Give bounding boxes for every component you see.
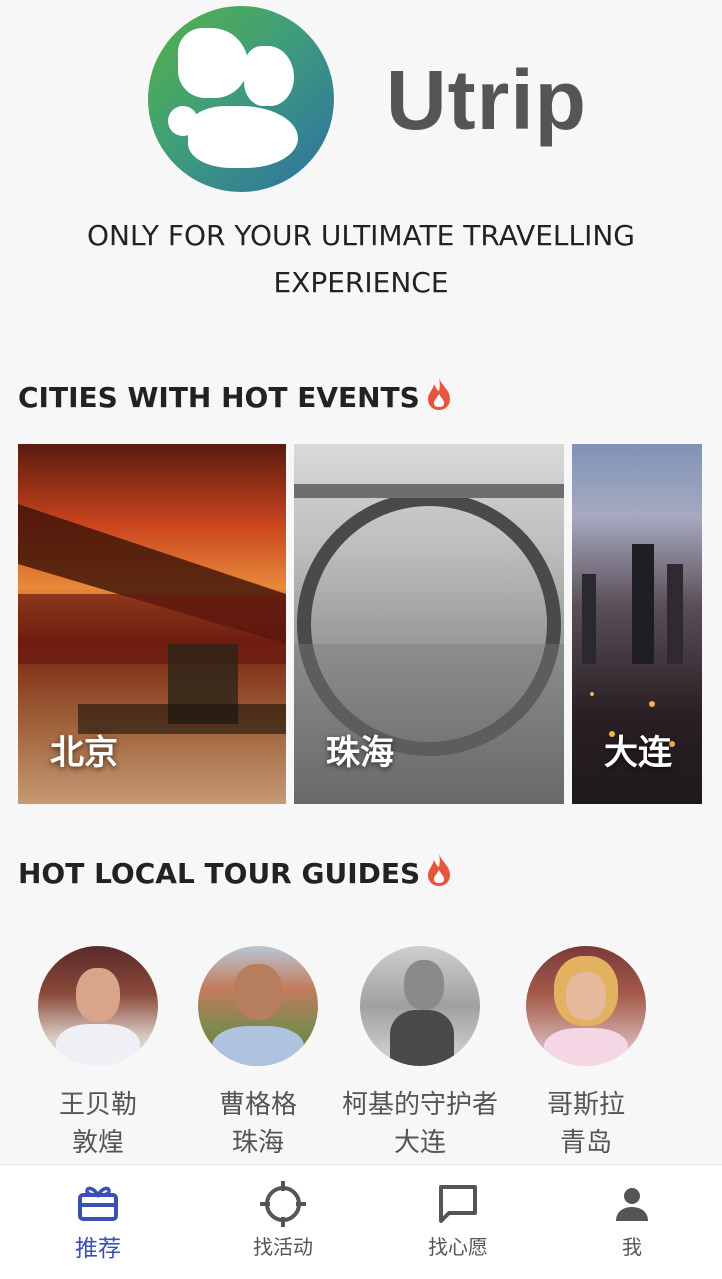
- avatar[interactable]: [198, 946, 318, 1066]
- person-icon: [616, 1188, 648, 1221]
- tab-label: 找活动: [253, 1235, 313, 1259]
- guide-city: 珠海: [231, 1128, 284, 1158]
- tab-find-wishes[interactable]: 找心愿: [368, 1165, 548, 1279]
- gift-icon: [78, 1186, 118, 1221]
- section-title-guides: HOT LOCAL TOUR GUIDES: [18, 852, 454, 895]
- guide-card[interactable]: 曹格格 珠海: [173, 946, 343, 1162]
- avatar[interactable]: [360, 946, 480, 1066]
- guide-city: 青岛: [559, 1128, 612, 1158]
- fire-icon: [424, 852, 454, 895]
- tab-me[interactable]: 我: [542, 1165, 722, 1279]
- app-logo: [148, 6, 334, 192]
- guide-card[interactable]: 柯基的守护者 大连: [335, 946, 505, 1162]
- guide-card[interactable]: 哥斯拉 青岛: [501, 946, 671, 1162]
- guide-card[interactable]: 王贝勒 敦煌: [13, 946, 183, 1162]
- tab-label: 我: [622, 1235, 642, 1259]
- guide-city: 敦煌: [71, 1128, 124, 1158]
- guide-city: 大连: [393, 1128, 446, 1158]
- city-carousel[interactable]: 北京 珠海 大连: [18, 444, 702, 804]
- brand-tagline: ONLY FOR YOUR ULTIMATE TRAVELLING EXPERI…: [87, 219, 635, 299]
- tab-recommend[interactable]: 推荐: [8, 1165, 188, 1279]
- city-card-beijing[interactable]: 北京: [18, 444, 286, 804]
- bottom-tab-bar: 推荐 找活动 找心愿 我: [0, 1164, 722, 1279]
- section-title-cities-text: CITIES WITH HOT EVENTS: [18, 381, 420, 414]
- guide-list: 王贝勒 敦煌 曹格格 珠海 柯基的守护者 大连 哥斯拉 青岛: [0, 946, 722, 1164]
- guide-name: 柯基的守护者: [341, 1090, 498, 1120]
- tab-label: 找心愿: [428, 1235, 488, 1259]
- section-title-guides-text: HOT LOCAL TOUR GUIDES: [18, 857, 421, 890]
- tab-label: 推荐: [75, 1236, 121, 1262]
- city-name: 珠海: [326, 733, 394, 773]
- chat-bubble-icon: [439, 1185, 477, 1223]
- tab-find-activities[interactable]: 找活动: [193, 1165, 373, 1279]
- avatar[interactable]: [526, 946, 646, 1066]
- city-card-zhuhai[interactable]: 珠海: [294, 444, 564, 804]
- crosshair-icon: [260, 1181, 306, 1227]
- city-name: 北京: [50, 733, 118, 773]
- guide-name: 王贝勒: [58, 1090, 137, 1120]
- city-name: 大连: [604, 733, 672, 773]
- section-title-cities: CITIES WITH HOT EVENTS: [18, 376, 454, 419]
- city-card-dalian[interactable]: 大连: [572, 444, 702, 804]
- fire-icon: [424, 376, 454, 419]
- brand-name: Utrip: [386, 53, 587, 147]
- avatar[interactable]: [38, 946, 158, 1066]
- app-header: Utrip ONLY FOR YOUR ULTIMATE TRAVELLING …: [0, 0, 722, 320]
- guide-name: 哥斯拉: [546, 1090, 625, 1120]
- guide-name: 曹格格: [218, 1090, 297, 1120]
